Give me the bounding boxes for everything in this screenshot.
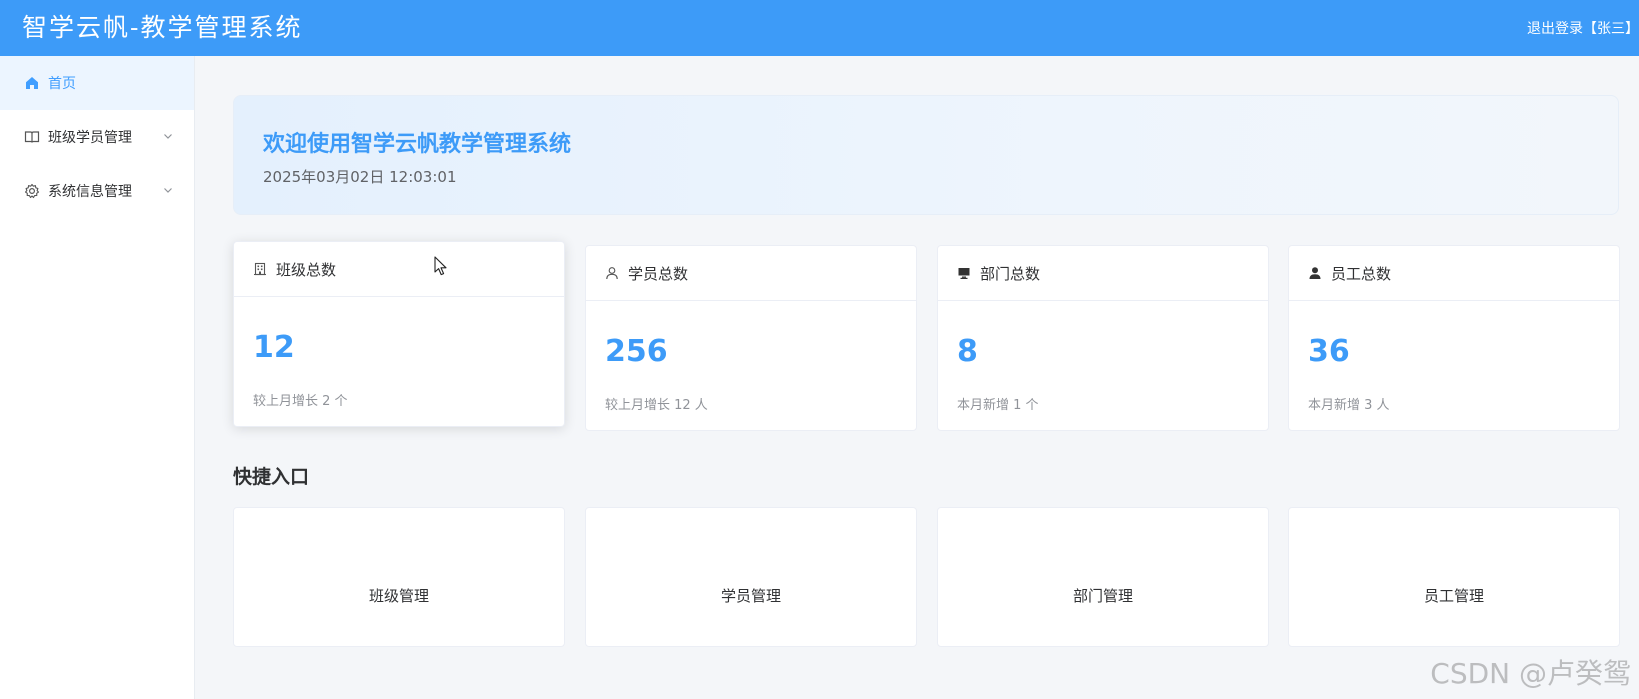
- card-header: 学员总数: [586, 246, 916, 301]
- card-title: 学员总数: [628, 264, 689, 283]
- sidebar-item-label: 系统信息管理: [48, 184, 132, 200]
- quick-link-class-management[interactable]: 班级管理: [233, 507, 565, 647]
- stat-card-departments[interactable]: 部门总数 8 本月新增 1 个: [937, 245, 1269, 431]
- quick-link-department-management[interactable]: 部门管理: [937, 507, 1269, 647]
- stat-value: 256: [605, 334, 668, 369]
- chevron-down-icon: [162, 130, 174, 142]
- welcome-heading: 欢迎使用智学云帆教学管理系统: [263, 132, 572, 157]
- quick-link-employee-management[interactable]: 员工管理: [1288, 507, 1620, 647]
- monitor-icon: [957, 266, 971, 280]
- stat-value: 12: [253, 330, 295, 365]
- gear-icon: [24, 183, 40, 199]
- sidebar-item-home[interactable]: 首页: [0, 56, 194, 110]
- card-header: 员工总数: [1289, 246, 1619, 301]
- sidebar-item-system-info[interactable]: 系统信息管理: [0, 164, 194, 218]
- current-datetime: 2025年03月02日 12:03:01: [263, 168, 457, 186]
- stat-value: 8: [957, 334, 978, 369]
- office-building-icon: [253, 262, 267, 276]
- watermark: CSDN @卢癸鸳: [1430, 657, 1631, 690]
- chevron-down-icon: [162, 184, 174, 196]
- quick-link-label: 班级管理: [368, 586, 429, 605]
- app-title: 智学云帆-教学管理系统: [22, 13, 303, 42]
- stat-subtext: 较上月增长 12 人: [605, 398, 708, 413]
- card-title: 部门总数: [980, 264, 1041, 283]
- stat-subtext: 本月新增 1 个: [957, 398, 1039, 413]
- top-header: 智学云帆-教学管理系统 退出登录【张三】: [0, 0, 1639, 56]
- stat-card-employees[interactable]: 员工总数 36 本月新增 3 人: [1288, 245, 1620, 431]
- stat-subtext: 较上月增长 2 个: [253, 394, 348, 409]
- stat-value: 36: [1308, 334, 1350, 369]
- home-icon: [24, 75, 40, 91]
- stat-card-students[interactable]: 学员总数 256 较上月增长 12 人: [585, 245, 917, 431]
- logout-link[interactable]: 退出登录【张三】: [1527, 19, 1639, 39]
- card-title: 班级总数: [276, 260, 337, 279]
- mouse-cursor-icon: [434, 256, 447, 276]
- card-header: 班级总数: [234, 242, 564, 297]
- quick-link-label: 学员管理: [720, 586, 781, 605]
- sidebar-item-label: 班级学员管理: [48, 130, 132, 146]
- welcome-banner: 欢迎使用智学云帆教学管理系统 2025年03月02日 12:03:01: [233, 95, 1619, 215]
- card-header: 部门总数: [938, 246, 1268, 301]
- quick-link-student-management[interactable]: 学员管理: [585, 507, 917, 647]
- book-icon: [24, 129, 40, 145]
- user-filled-icon: [1308, 266, 1322, 280]
- quick-link-label: 员工管理: [1423, 586, 1484, 605]
- sidebar: 首页 班级学员管理 系统信息管理: [0, 56, 195, 699]
- user-icon: [605, 266, 619, 280]
- stat-subtext: 本月新增 3 人: [1308, 398, 1390, 413]
- card-title: 员工总数: [1331, 264, 1392, 283]
- quick-link-label: 部门管理: [1072, 586, 1133, 605]
- sidebar-item-label: 首页: [48, 76, 76, 92]
- stat-card-classes[interactable]: 班级总数 12 较上月增长 2 个: [233, 241, 565, 427]
- quick-entry-title: 快捷入口: [233, 466, 310, 488]
- sidebar-item-class-student[interactable]: 班级学员管理: [0, 110, 194, 164]
